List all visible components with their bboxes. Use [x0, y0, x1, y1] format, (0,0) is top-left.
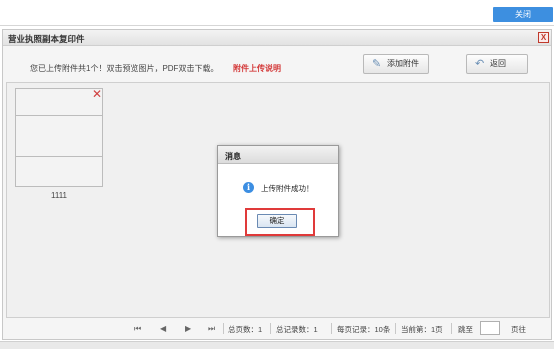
undo-icon: ↶ [475, 58, 485, 70]
attachment-label: 1111 [50, 191, 67, 200]
per-page-text: 每页记录：10条 [337, 325, 391, 334]
dialog-header: 消息 [218, 146, 338, 164]
first-page-icon[interactable]: ⏮ [134, 324, 141, 334]
dialog-title: 消息 [225, 152, 241, 161]
prev-page-icon[interactable]: ◀ [160, 324, 166, 333]
pager-divider [451, 323, 452, 334]
info-icon: i [243, 182, 254, 193]
ok-button[interactable]: 确定 [257, 214, 297, 228]
bottom-bar [0, 341, 554, 349]
thumbnail-divider [16, 115, 102, 116]
back-label: 返回 [490, 59, 506, 68]
pager-divider [395, 323, 396, 334]
add-attachment-label: 添加附件 [387, 59, 419, 68]
total-pages-text: 总页数：1 [228, 325, 263, 334]
thumbnail-divider [16, 156, 102, 157]
panel-header: 营业执照副本复印件 X [3, 30, 551, 46]
message-dialog: 消息 i 上传附件成功！ 确定 [217, 145, 339, 237]
panel-close-icon[interactable]: X [538, 32, 549, 43]
paperclip-icon: ✎ [372, 58, 382, 70]
panel-title: 营业执照副本复印件 [8, 34, 85, 44]
jump-to-label: 跳至 [458, 325, 473, 334]
add-attachment-button[interactable]: ✎ 添加附件 [363, 54, 429, 74]
pager-divider [223, 323, 224, 334]
dialog-message: 上传附件成功！ [261, 184, 314, 193]
pager-divider [270, 323, 271, 334]
jump-page-input[interactable] [480, 321, 500, 335]
pager-divider [331, 323, 332, 334]
attachment-thumbnail[interactable]: ✕ [15, 87, 103, 187]
upload-info-text: 您已上传附件共1个！双击预览图片，PDF双击下载。 [30, 64, 219, 73]
top-bar: 关闭 [0, 0, 554, 26]
close-button[interactable]: 关闭 [493, 7, 553, 22]
delete-attachment-icon[interactable]: ✕ [92, 87, 102, 101]
back-button[interactable]: ↶ 返回 [466, 54, 528, 74]
page-suffix-label: 页往 [511, 325, 526, 334]
total-records-text: 总记录数：1 [276, 325, 318, 334]
last-page-icon[interactable]: ⏭ [208, 324, 215, 334]
pagination-bar: ⏮ ◀ ▶ ⏭ 总页数：1 总记录数：1 每页记录：10条 当前第：1页 跳至 … [6, 320, 550, 338]
upload-instructions-link[interactable]: 附件上传说明 [233, 63, 281, 74]
next-page-icon[interactable]: ▶ [185, 324, 191, 333]
current-page-text: 当前第：1页 [401, 325, 443, 334]
